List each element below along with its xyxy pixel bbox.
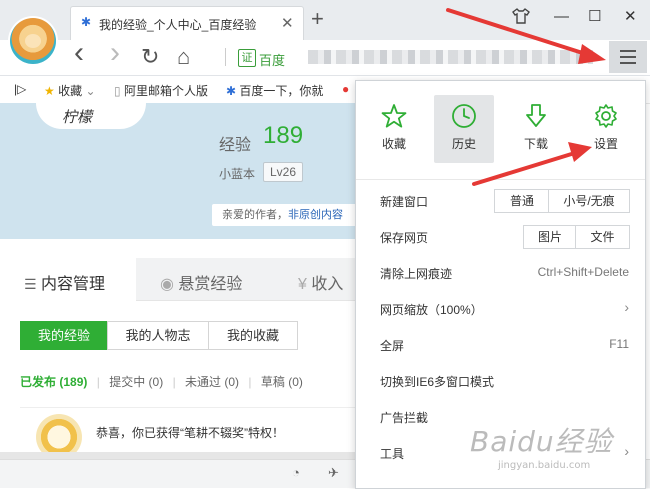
list-icon: ☰ [24, 276, 37, 292]
bookmark-label: 百度一下，你就 [239, 84, 324, 98]
menu-clear-traces[interactable]: 清除上网痕迹 Ctrl+Shift+Delete [356, 255, 645, 291]
quick-favorites[interactable]: 收藏 [364, 95, 424, 163]
chevron-down-icon: ⌄ [85, 84, 96, 98]
filter-rejected[interactable]: 未通过 (0) [185, 375, 239, 389]
menu-ie6-mode[interactable]: 切换到IE6多窗口模式 [356, 363, 645, 399]
level-badge: Lv26 [263, 162, 303, 182]
status-filters: 已发布 (189) | 提交中 (0) | 未通过 (0) | 草稿 (0) [20, 375, 303, 389]
speed-icon[interactable]: ◔ [292, 465, 300, 480]
quick-downloads[interactable]: 下载 [506, 95, 566, 163]
bounty-icon: ◉ [160, 276, 174, 293]
watermark: Baidu经验 jingyan.baidu.com [470, 420, 613, 471]
bookmark-aliyun-mail[interactable]: ▯ 阿里邮箱个人版 [114, 82, 208, 99]
menu-zoom[interactable]: 网页缩放（100%） › [356, 291, 645, 327]
menu-new-window: 新建窗口 普通 小号/无痕 [356, 183, 645, 219]
close-tab-icon[interactable]: ✕ [281, 14, 294, 32]
new-window-normal-button[interactable]: 普通 [494, 189, 550, 213]
gear-icon [595, 104, 617, 128]
menu-divider [356, 179, 645, 180]
close-window-button[interactable]: ✕ [624, 8, 637, 26]
maximize-button[interactable]: ☐ [588, 8, 601, 26]
map-pin-icon[interactable]: ● [342, 82, 349, 96]
tab-content-management-label: ☰ 内容管理 [24, 276, 106, 293]
forward-button[interactable]: › [110, 38, 120, 68]
bookmark-favorites[interactable]: ★ 收藏 ⌄ [44, 82, 96, 99]
menu-save-page: 保存网页 图片 文件 [356, 219, 645, 255]
bookmark-baidu[interactable]: ✱ 百度一下，你就 [226, 82, 323, 99]
watermark-logo: Baidu经验 [470, 425, 613, 458]
bookmark-label: 阿里邮箱个人版 [123, 84, 208, 98]
baidu-paw-icon: ✱ [226, 84, 237, 98]
minimize-button[interactable]: — [554, 8, 569, 26]
home-button[interactable]: ⌂ [177, 44, 190, 70]
tab-income[interactable]: ¥ 收入 [298, 270, 343, 294]
browser-logo-icon[interactable] [10, 18, 56, 64]
save-as-file-button[interactable]: 文件 [575, 225, 630, 249]
sidebar-toggle-button[interactable]: |▷ [14, 82, 26, 96]
back-button[interactable]: ‹ [74, 38, 84, 68]
pin-icon[interactable]: ✈ [328, 465, 339, 481]
avatar-signature: 柠檬 [62, 109, 93, 126]
horizontal-scrollbar[interactable] [0, 452, 356, 459]
author-notice[interactable]: 亲爱的作者，非原创内容 [212, 204, 366, 226]
subtab-my-experience[interactable]: 我的经验 [20, 321, 108, 350]
chevron-right-icon: › [624, 299, 629, 315]
new-window-incognito-button[interactable]: 小号/无痕 [548, 189, 630, 213]
tab-title: 我的经验_个人中心_百度经验 [99, 18, 257, 32]
subtab-my-profiles[interactable]: 我的人物志 [107, 321, 209, 350]
tab-bounty[interactable]: ◉ 悬赏经验 [160, 270, 242, 294]
experience-label: 经验 [219, 137, 252, 154]
download-icon [526, 104, 546, 127]
experience-count: 189 [263, 122, 304, 149]
yen-icon: ¥ [298, 276, 307, 293]
main-menu-button[interactable] [609, 41, 647, 73]
bookmark-label: 收藏 [58, 84, 83, 98]
blurred-url [308, 50, 593, 64]
rank-name: 小蓝本 [219, 167, 256, 181]
certificate-label: 百度 [259, 53, 286, 68]
baidu-paw-icon: ✱ [81, 15, 92, 29]
shirt-skin-icon[interactable] [512, 8, 530, 29]
filter-submitting[interactable]: 提交中 (0) [109, 375, 163, 389]
quick-settings[interactable]: 设置 [576, 95, 636, 163]
filter-published[interactable]: 已发布 (189) [20, 375, 87, 389]
hamburger-icon [620, 50, 636, 64]
notice-prefix: 亲爱的作者， [222, 209, 288, 221]
menu-fullscreen[interactable]: 全屏 F11 [356, 327, 645, 363]
subtab-my-favorites[interactable]: 我的收藏 [208, 321, 298, 350]
page-icon: ▯ [114, 84, 121, 98]
star-icon [381, 104, 407, 128]
certificate-badge-icon[interactable]: 证 [238, 49, 256, 67]
reload-button[interactable]: ↻ [141, 44, 159, 70]
save-as-image-button[interactable]: 图片 [523, 225, 577, 249]
browser-tab[interactable]: ✱ 我的经验_个人中心_百度经验 ✕ [70, 6, 304, 41]
filter-drafts[interactable]: 草稿 (0) [261, 375, 303, 389]
new-tab-button[interactable]: + [311, 8, 324, 30]
award-text: 恭喜，你已获得“笔耕不辍奖”特权！ [96, 426, 284, 440]
nav-divider [225, 48, 226, 66]
star-icon: ★ [44, 84, 55, 98]
notice-link[interactable]: 非原创内容 [288, 209, 343, 221]
watermark-url: jingyan.baidu.com [498, 460, 591, 471]
quick-history[interactable]: 历史 [434, 95, 494, 163]
clock-icon [452, 104, 476, 128]
chevron-right-icon: › [624, 443, 629, 459]
